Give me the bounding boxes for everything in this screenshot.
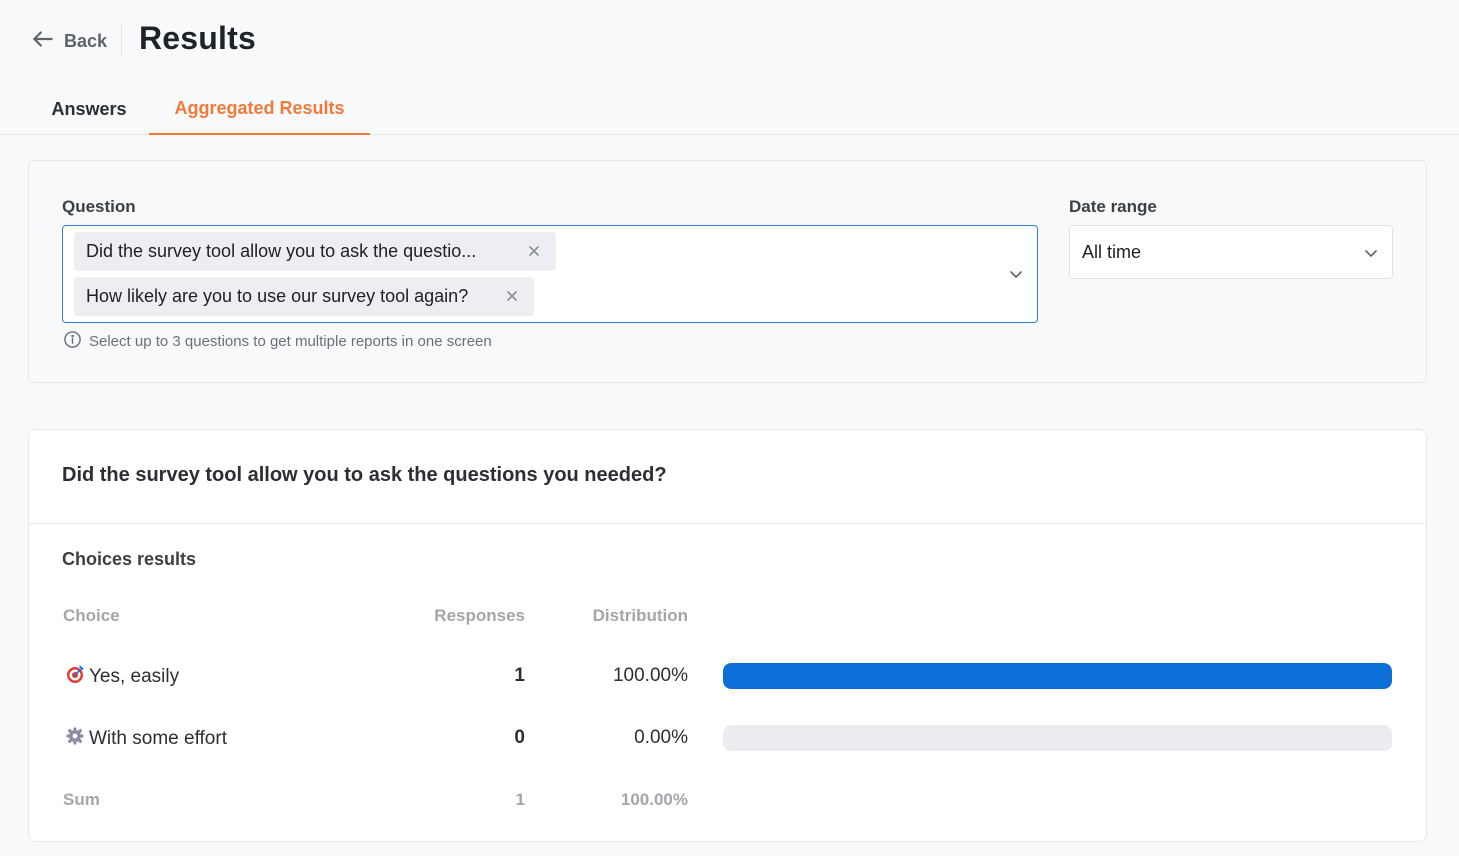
page-title: Results: [139, 20, 256, 56]
column-header-distribution: Distribution: [592, 606, 688, 625]
distribution-bar: [723, 663, 1392, 689]
responses-cell: 0: [514, 727, 525, 748]
back-button[interactable]: Back: [30, 26, 107, 56]
question-title: Did the survey tool allow you to ask the…: [62, 464, 667, 486]
responses-cell: 1: [514, 665, 525, 686]
info-icon: [63, 330, 89, 353]
header-divider: [121, 24, 122, 56]
date-range-value: All time: [1082, 242, 1142, 262]
distribution-cell: 100.00%: [612, 665, 688, 686]
sum-distribution: 100.00%: [620, 790, 688, 809]
column-header-choice: Choice: [63, 606, 120, 625]
tab-answers[interactable]: Answers: [30, 84, 148, 135]
target-icon: [65, 664, 89, 690]
page-header: Back Results: [0, 0, 1459, 80]
question-chip-label: How likely are you to use our survey too…: [86, 286, 469, 306]
date-range-label: Date range: [1069, 197, 1157, 216]
choice-label: Yes, easily: [89, 666, 180, 687]
sum-row: Sum 1 100.00%: [29, 782, 1426, 822]
column-header-responses: Responses: [434, 606, 525, 625]
close-icon[interactable]: [524, 241, 544, 261]
distribution-cell: 0.00%: [634, 727, 688, 748]
tab-bar: Answers Aggregated Results: [0, 84, 1459, 135]
close-icon[interactable]: [502, 286, 522, 306]
back-label: Back: [64, 30, 108, 51]
table-row: Yes, easily 1 100.00%: [29, 656, 1426, 696]
chevron-down-icon[interactable]: [1007, 265, 1025, 283]
distribution-bar: [723, 725, 1392, 751]
sum-responses: 1: [515, 790, 525, 809]
section-title: Choices results: [62, 549, 197, 569]
table-row: With some effort 0 0.00%: [29, 718, 1426, 758]
gear-icon: [65, 726, 89, 752]
sum-label: Sum: [63, 790, 100, 809]
date-range-select[interactable]: All time: [1069, 225, 1393, 279]
choice-cell: With some effort: [65, 726, 227, 752]
question-multiselect[interactable]: Did the survey tool allow you to ask the…: [62, 225, 1038, 323]
distribution-bar-fill: [723, 663, 1392, 689]
question-chip: Did the survey tool allow you to ask the…: [74, 232, 556, 271]
question-chip-label: Did the survey tool allow you to ask the…: [86, 241, 477, 261]
hint-text: Select up to 3 questions to get multiple…: [89, 333, 492, 350]
question-hint: Select up to 3 questions to get multiple…: [63, 330, 492, 353]
chevron-down-icon: [1362, 244, 1380, 262]
results-card: Did the survey tool allow you to ask the…: [28, 429, 1427, 842]
choice-cell: Yes, easily: [65, 664, 179, 690]
choice-label: With some effort: [89, 728, 227, 749]
tab-aggregated-results[interactable]: Aggregated Results: [149, 84, 370, 135]
filter-panel: Question Did the survey tool allow you t…: [28, 160, 1427, 383]
question-chip: How likely are you to use our survey too…: [74, 277, 534, 316]
arrow-left-icon: [30, 26, 56, 57]
question-label: Question: [62, 197, 136, 216]
divider: [29, 523, 1426, 524]
